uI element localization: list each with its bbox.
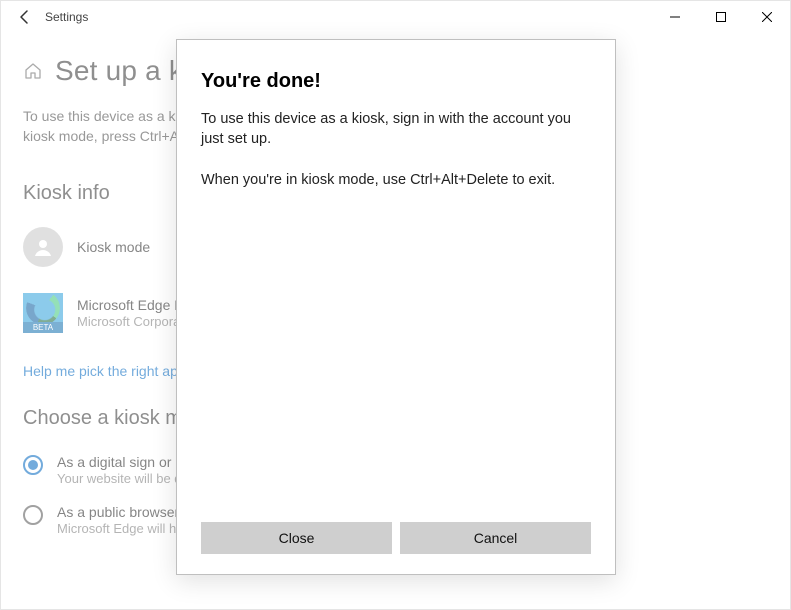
- beta-badge: BETA: [23, 322, 63, 333]
- help-pick-app-link[interactable]: Help me pick the right app: [23, 363, 186, 379]
- kiosk-account-label: Kiosk mode: [77, 239, 150, 255]
- dialog-title: You're done!: [201, 70, 591, 93]
- done-dialog: You're done! To use this device as a kio…: [176, 39, 616, 575]
- close-button[interactable]: Close: [201, 522, 392, 554]
- dialog-body-2: When you're in kiosk mode, use Ctrl+Alt+…: [201, 170, 591, 190]
- home-icon: [23, 61, 43, 81]
- minimize-icon: [670, 12, 680, 22]
- minimize-button[interactable]: [652, 1, 698, 33]
- maximize-icon: [716, 12, 726, 22]
- edge-app-icon: BETA: [23, 293, 63, 333]
- back-arrow-icon: [17, 9, 33, 25]
- radio-checked-icon: [23, 455, 43, 475]
- window-title: Settings: [45, 10, 88, 24]
- close-window-button[interactable]: [744, 1, 790, 33]
- maximize-button[interactable]: [698, 1, 744, 33]
- back-button[interactable]: [9, 1, 41, 33]
- cancel-button[interactable]: Cancel: [400, 522, 591, 554]
- avatar-icon: [23, 227, 63, 267]
- radio-unchecked-icon: [23, 505, 43, 525]
- close-icon: [762, 12, 772, 22]
- dialog-body-1: To use this device as a kiosk, sign in w…: [201, 109, 591, 150]
